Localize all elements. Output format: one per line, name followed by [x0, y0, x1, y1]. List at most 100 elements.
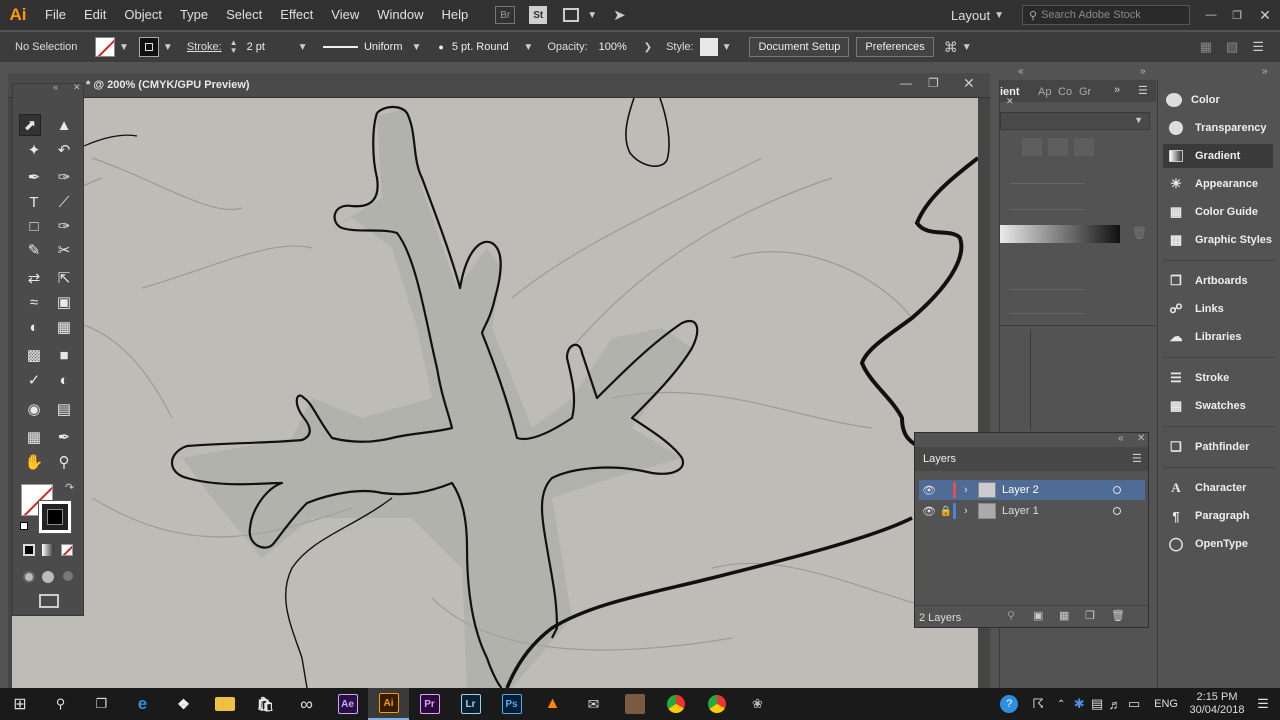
visibility-eye-icon[interactable]: 👁	[919, 505, 939, 518]
file-explorer-icon[interactable]	[204, 688, 245, 720]
chevron-down-icon[interactable]: ▼	[412, 42, 422, 53]
stroke-color-box[interactable]	[38, 500, 72, 534]
scissors-icon[interactable]: ✂	[53, 239, 75, 261]
expand-panel-icon[interactable]: »	[1140, 66, 1146, 77]
variable-width-profile[interactable]: Uniform	[317, 37, 408, 57]
chevron-down-icon[interactable]: ▼	[523, 42, 533, 53]
draw-inside-icon[interactable]	[63, 571, 73, 581]
tray-chevron-icon[interactable]: ⌃	[1052, 688, 1070, 720]
layer-name[interactable]: Layer 1	[1002, 505, 1113, 517]
people-icon[interactable]: ☈	[1024, 688, 1052, 720]
collapse-dock-icon[interactable]: »	[1262, 66, 1268, 77]
chevron-down-icon[interactable]: ▼	[587, 10, 597, 21]
location-field[interactable]	[1010, 296, 1085, 314]
panel-opentype[interactable]: ◯ OpenType	[1166, 532, 1248, 556]
draw-normal-icon[interactable]	[23, 571, 35, 583]
opacity-arrow-icon[interactable]: ❯	[644, 42, 652, 53]
zoom-tool-icon[interactable]: ⚲	[53, 451, 75, 473]
preferences-button[interactable]: Preferences	[856, 37, 934, 57]
stroke-stepper-icon[interactable]: ▲ ▼	[230, 39, 238, 55]
line-tool-icon[interactable]: ⟋	[53, 191, 75, 213]
stroke-weight-field[interactable]: 2 pt	[241, 37, 294, 57]
curvature-tool-icon[interactable]: ✑	[53, 166, 75, 188]
chevron-down-icon[interactable]: ▼	[722, 42, 732, 53]
new-layer-icon[interactable]: ❐	[1085, 609, 1095, 622]
start-icon[interactable]: ⊞	[0, 688, 40, 720]
perspective-grid-icon[interactable]: ▦	[53, 316, 75, 338]
menu-help[interactable]: Help	[432, 0, 477, 30]
layers-tab[interactable]: Layers	[923, 453, 956, 465]
panel-pathfinder[interactable]: ❏ Pathfinder	[1166, 435, 1249, 459]
menu-effect[interactable]: Effect	[271, 0, 322, 30]
panel-character[interactable]: A Character	[1166, 476, 1246, 500]
opacity-field[interactable]	[1010, 272, 1085, 290]
collapse-layers-icon[interactable]: «	[1118, 433, 1124, 444]
delete-stop-icon[interactable]: 🗑	[1132, 226, 1147, 240]
reflect-tool-icon[interactable]: ⇄	[23, 267, 45, 289]
symbol-sprayer-icon[interactable]: ◉	[23, 398, 45, 420]
gradient-tool-icon[interactable]: ■	[53, 344, 75, 366]
target-circle-icon[interactable]	[1113, 507, 1121, 515]
scale-tool-icon[interactable]: ⇱	[53, 267, 75, 289]
clock[interactable]: 2:15 PM 30/04/2018	[1188, 691, 1246, 717]
network-icon[interactable]: ▤	[1088, 688, 1106, 720]
after-effects-icon[interactable]: Ae	[327, 688, 368, 720]
premiere-icon[interactable]: Pr	[409, 688, 450, 720]
target-circle-icon[interactable]	[1113, 486, 1121, 494]
document-setup-button[interactable]: Document Setup	[749, 37, 850, 57]
lasso-icon[interactable]: ↶	[53, 139, 75, 161]
close-app-icon[interactable]: ✕	[1250, 7, 1280, 24]
isolate-icon[interactable]: ▧	[1226, 39, 1238, 55]
align-icon[interactable]: ▦	[1200, 39, 1212, 55]
magic-wand-icon[interactable]: ✦	[23, 139, 45, 161]
graph-tool-icon[interactable]: ▤	[53, 398, 75, 420]
close-tools-icon[interactable]: ✕	[73, 82, 81, 93]
panel-swatches[interactable]: ▦ Swatches	[1166, 394, 1246, 418]
tab-appearance[interactable]: Ap	[1038, 86, 1051, 98]
collapse-tools-icon[interactable]: «	[53, 82, 58, 92]
close-layers-icon[interactable]: ✕	[1137, 433, 1145, 444]
shape-builder-icon[interactable]: ◐	[23, 316, 45, 338]
panel-libraries[interactable]: ☁ Libraries	[1166, 325, 1242, 349]
none-mode-icon[interactable]	[61, 544, 73, 556]
lightroom-icon[interactable]: Lr	[450, 688, 491, 720]
pen-tool-icon[interactable]: ✒	[23, 166, 45, 188]
task-view-icon[interactable]: ❐	[81, 688, 122, 720]
panel-menu-icon[interactable]: ☰	[1132, 452, 1142, 465]
game-icon[interactable]	[614, 688, 655, 720]
chevron-down-icon[interactable]: ▼	[119, 42, 129, 53]
edge-icon[interactable]: e	[122, 688, 163, 720]
default-colors-icon[interactable]	[20, 522, 28, 530]
bridge-button[interactable]: Br	[495, 6, 516, 24]
menu-file[interactable]: File	[36, 0, 75, 30]
panel-artboards[interactable]: ❐ Artboards	[1166, 269, 1247, 293]
menu-window[interactable]: Window	[368, 0, 432, 30]
transform-icon[interactable]: ⌘	[944, 39, 958, 56]
mail-icon[interactable]: ✉	[573, 688, 614, 720]
angle-field[interactable]	[1010, 166, 1085, 184]
chevron-down-icon[interactable]: ▼	[962, 42, 972, 53]
menu-object[interactable]: Object	[115, 0, 171, 30]
selection-tool-icon[interactable]: ⬈	[19, 114, 41, 136]
warp-tool-icon[interactable]: ≈	[23, 291, 45, 313]
chevron-down-icon[interactable]: ▼	[163, 42, 173, 53]
gradient-mode-icon[interactable]	[42, 544, 54, 556]
hand-tool-icon[interactable]: ✋	[23, 451, 45, 473]
more-tabs-icon[interactable]: »	[1114, 84, 1120, 96]
panel-paragraph[interactable]: ¶ Paragraph	[1166, 504, 1249, 528]
expand-layer-icon[interactable]: ›	[964, 484, 978, 496]
store-icon[interactable]: 🛍	[245, 688, 286, 720]
action-center-icon[interactable]: ☰	[1246, 688, 1280, 720]
panel-color[interactable]: Color	[1166, 88, 1220, 112]
direct-selection-tool-icon[interactable]: ▲	[53, 114, 75, 136]
stock-button[interactable]: St	[529, 6, 548, 24]
paintbrush-icon[interactable]: ✑	[53, 215, 75, 237]
panel-transparency[interactable]: Transparency	[1166, 116, 1267, 140]
close-tab-icon[interactable]: ✕	[1006, 96, 1014, 107]
swap-fill-stroke-icon[interactable]: ↷	[65, 481, 74, 494]
doc-close-icon[interactable]: ✕	[963, 75, 975, 92]
panel-graphic-styles[interactable]: ▩ Graphic Styles	[1166, 228, 1272, 252]
draw-behind-icon[interactable]	[42, 571, 54, 583]
visibility-eye-icon[interactable]: 👁	[919, 484, 939, 497]
restore-app-icon[interactable]: ❐	[1224, 9, 1250, 22]
